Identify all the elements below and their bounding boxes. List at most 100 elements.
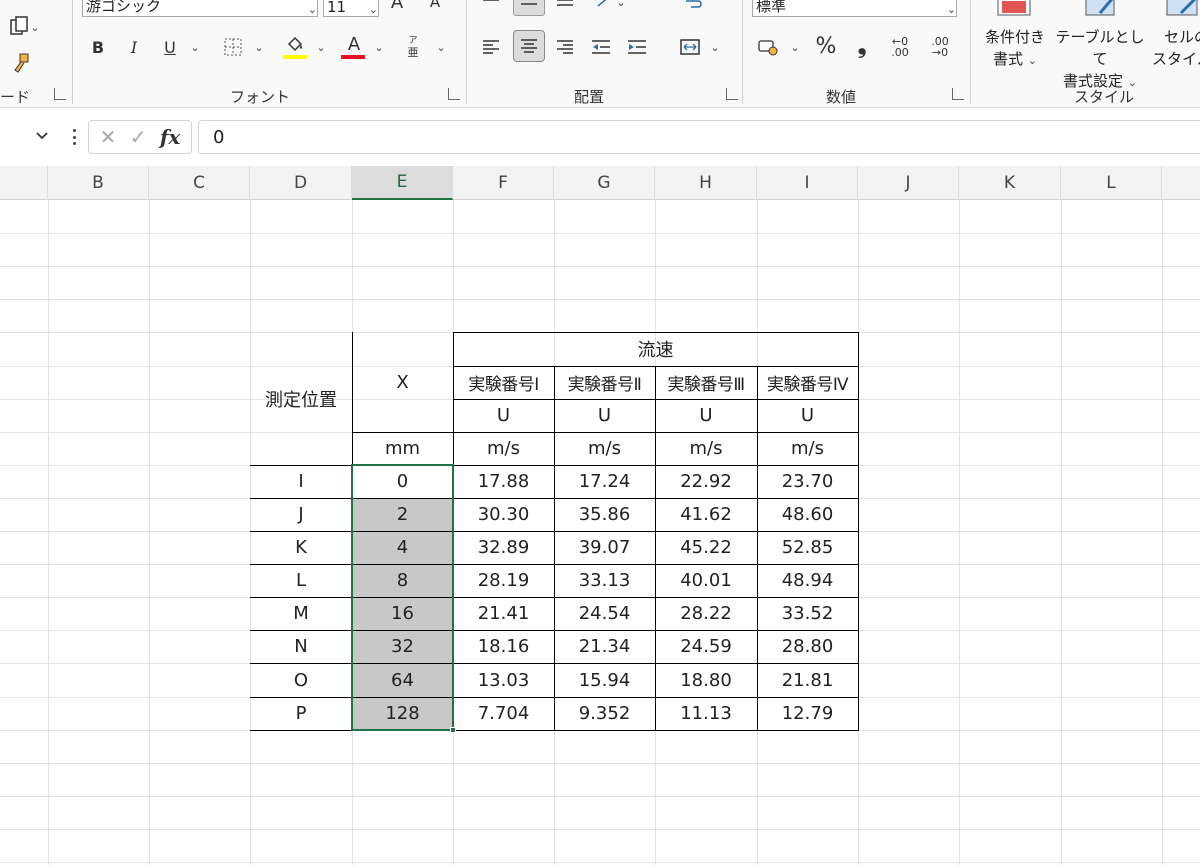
column-header-h[interactable]: H [655, 166, 757, 200]
copy-button[interactable]: ⌄ [4, 14, 44, 40]
clipboard-dialog-launcher[interactable] [54, 88, 66, 100]
orientation-button[interactable]: ⌄ [590, 0, 630, 12]
velocity-cell[interactable]: 32.89 [453, 531, 554, 564]
velocity-cell[interactable]: 24.59 [655, 630, 757, 663]
bold-button[interactable]: B [86, 34, 110, 60]
format-as-table-button[interactable]: テーブルとして 書式設定 ⌄ [1052, 26, 1148, 94]
header-measure-position[interactable]: 測定位置 [250, 332, 352, 465]
velocity-cell[interactable]: 33.13 [554, 564, 655, 597]
chevron-down-icon[interactable]: ⌄ [708, 36, 722, 58]
font-size-combo[interactable]: 11 ⌄ [323, 0, 379, 17]
align-center-button[interactable] [513, 30, 545, 62]
velocity-cell[interactable]: 48.60 [757, 498, 858, 531]
align-middle-button[interactable] [513, 0, 545, 16]
select-all-corner[interactable] [0, 166, 48, 200]
name-box-dropdown[interactable] [34, 130, 56, 150]
shrink-font-button[interactable]: A [424, 0, 446, 12]
velocity-cell[interactable]: 28.19 [453, 564, 554, 597]
header-variable-u[interactable]: U [554, 399, 655, 432]
header-experiment[interactable]: 実験番号Ⅳ [757, 366, 858, 399]
increase-indent-button[interactable] [624, 34, 650, 60]
header-experiment[interactable]: 実験番号Ⅰ [453, 366, 554, 399]
header-x[interactable]: X [352, 332, 453, 432]
header-experiment[interactable]: 実験番号Ⅱ [554, 366, 655, 399]
fill-color-button[interactable] [282, 32, 308, 56]
row-position[interactable]: M [250, 597, 352, 630]
chevron-down-icon[interactable]: ⌄ [252, 36, 266, 58]
velocity-cell[interactable]: 18.16 [453, 630, 554, 663]
increase-decimal-button[interactable]: ←0 .00 [882, 34, 918, 60]
column-header-j[interactable]: J [858, 166, 959, 200]
velocity-cell[interactable]: 33.52 [757, 597, 858, 630]
velocity-cell[interactable]: 21.81 [757, 663, 858, 697]
accounting-format-button[interactable] [754, 34, 782, 60]
velocity-cell[interactable]: 12.79 [757, 697, 858, 730]
fill-handle[interactable] [450, 727, 456, 733]
format-painter-button[interactable] [6, 50, 36, 76]
percent-style-button[interactable]: % [812, 32, 840, 60]
underline-button[interactable]: U [158, 34, 182, 60]
velocity-cell[interactable]: 17.24 [554, 465, 655, 498]
row-position[interactable]: P [250, 697, 352, 730]
more-options-icon[interactable] [70, 126, 78, 148]
unit-velocity[interactable]: m/s [757, 432, 858, 465]
velocity-cell[interactable]: 48.94 [757, 564, 858, 597]
unit-x[interactable]: mm [352, 432, 453, 465]
row-position[interactable]: K [250, 531, 352, 564]
insert-function-button[interactable]: fx [160, 125, 181, 149]
number-format-combo[interactable]: 標準 ⌄ [752, 0, 957, 17]
sheet-grid[interactable]: 測定位置 X 流速 実験番号Ⅰ 実験番号Ⅱ 実験番号Ⅲ 実験番号Ⅳ U U U Umm m/s m/s m… [0, 200, 1200, 865]
velocity-cell[interactable]: 9.352 [554, 697, 655, 730]
velocity-cell[interactable]: 18.80 [655, 663, 757, 697]
column-header-i[interactable]: I [757, 166, 858, 200]
column-header-g[interactable]: G [554, 166, 655, 200]
velocity-cell[interactable]: 41.62 [655, 498, 757, 531]
velocity-cell[interactable]: 45.22 [655, 531, 757, 564]
velocity-cell[interactable]: 13.03 [453, 663, 554, 697]
velocity-cell[interactable]: 7.704 [453, 697, 554, 730]
velocity-cell[interactable]: 15.94 [554, 663, 655, 697]
header-variable-u[interactable]: U [757, 399, 858, 432]
chevron-down-icon[interactable]: ⌄ [372, 36, 386, 58]
velocity-cell[interactable]: 11.13 [655, 697, 757, 730]
row-position[interactable]: L [250, 564, 352, 597]
velocity-cell[interactable]: 28.80 [757, 630, 858, 663]
italic-button[interactable]: I [122, 34, 146, 60]
header-variable-u[interactable]: U [655, 399, 757, 432]
column-header-b[interactable]: B [48, 166, 149, 200]
velocity-cell[interactable]: 17.88 [453, 465, 554, 498]
cell-styles-button[interactable]: セルの スタイル [1152, 26, 1200, 70]
chevron-down-icon[interactable]: ⌄ [314, 36, 328, 58]
align-left-button[interactable] [478, 34, 504, 60]
velocity-cell[interactable]: 21.41 [453, 597, 554, 630]
align-top-button[interactable] [478, 0, 504, 12]
row-position[interactable]: I [250, 465, 352, 498]
borders-button[interactable] [220, 34, 246, 60]
velocity-cell[interactable]: 30.30 [453, 498, 554, 531]
conditional-format-button[interactable]: 条件付き 書式 ⌄ [980, 26, 1050, 72]
unit-velocity[interactable]: m/s [453, 432, 554, 465]
wrap-text-button[interactable] [680, 0, 706, 14]
column-header-l[interactable]: L [1061, 166, 1162, 200]
row-position[interactable]: N [250, 630, 352, 663]
enter-icon[interactable]: ✓ [130, 125, 147, 149]
column-header-e[interactable]: E [352, 166, 453, 200]
chevron-down-icon[interactable]: ⌄ [188, 36, 202, 58]
row-position[interactable]: J [250, 498, 352, 531]
merge-center-button[interactable] [676, 34, 704, 60]
cancel-icon[interactable]: ✕ [100, 125, 117, 149]
comma-style-button[interactable]: ❟ [850, 32, 874, 60]
number-dialog-launcher[interactable] [952, 88, 964, 100]
header-variable-u[interactable]: U [453, 399, 554, 432]
row-position[interactable]: O [250, 663, 352, 697]
font-color-button[interactable]: A [342, 32, 366, 56]
velocity-cell[interactable]: 35.86 [554, 498, 655, 531]
column-header-k[interactable]: K [959, 166, 1061, 200]
decrease-indent-button[interactable] [588, 34, 614, 60]
decrease-decimal-button[interactable]: .00 →0 [922, 34, 958, 60]
formula-input[interactable]: 0 [198, 120, 1200, 154]
velocity-cell[interactable]: 22.92 [655, 465, 757, 498]
header-velocity[interactable]: 流速 [453, 332, 858, 366]
grow-font-button[interactable]: A [386, 0, 408, 13]
align-right-button[interactable] [552, 34, 578, 60]
